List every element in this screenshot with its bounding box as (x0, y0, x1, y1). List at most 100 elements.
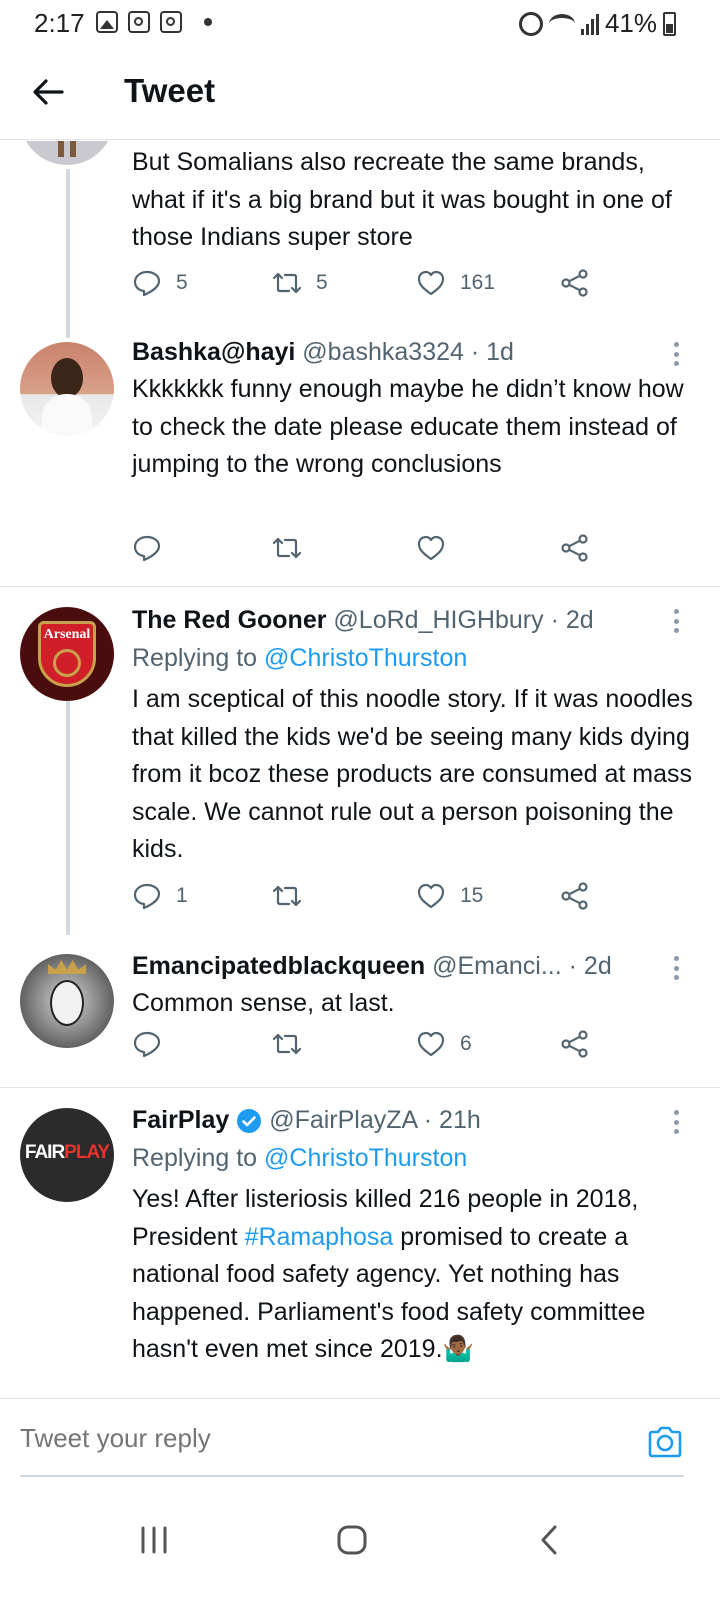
system-navigation-bar (0, 1480, 720, 1600)
avatar-label: Arsenal (43, 627, 91, 642)
tweet-actions: 5 5 161 (132, 268, 602, 308)
like-icon (417, 1031, 445, 1057)
status-time: 2:17 (34, 8, 85, 38)
author-name[interactable]: The Red Gooner (132, 606, 326, 634)
share-button[interactable] (560, 1029, 590, 1059)
reply-button[interactable]: 5 (132, 268, 188, 298)
share-icon (561, 882, 588, 910)
author-name[interactable]: Emancipatedblackqueen (132, 952, 425, 980)
retweet-icon (272, 1033, 302, 1055)
system-icons: 41% (518, 8, 676, 39)
author-handle[interactable]: @LoRd_HIGHbury (333, 606, 543, 634)
reply-input[interactable] (20, 1423, 620, 1454)
share-button[interactable] (560, 533, 590, 563)
notification-icons (96, 11, 212, 33)
home-icon (337, 1525, 367, 1555)
more-options-button[interactable] (674, 342, 680, 366)
avatar[interactable]: FAIRPLAY (20, 1108, 114, 1202)
tweet[interactable]: FAIRPLAY FairPlay @FairPlayZA · 21h Repl… (0, 1087, 720, 1398)
mention-link[interactable]: @ChristoThurston (264, 1144, 467, 1172)
replying-prefix: Replying to (132, 1144, 258, 1172)
tweet[interactable]: Bashka@hayi @bashka3324 · 1d Kkkkkkk fun… (0, 338, 720, 586)
more-options-button[interactable] (674, 956, 680, 980)
more-options-button[interactable] (674, 609, 680, 633)
tweet-actions: 1 15 (132, 881, 602, 921)
status-bar: 2:17 41% (0, 0, 720, 46)
like-button[interactable]: 15 (416, 881, 483, 911)
reply-button[interactable] (132, 533, 176, 563)
like-button[interactable] (416, 533, 460, 563)
share-icon (561, 1030, 588, 1058)
like-icon (417, 270, 445, 296)
author-handle[interactable]: @FairPlayZA (269, 1106, 417, 1134)
author-handle[interactable]: @Emanci... (432, 952, 562, 980)
tweet-text: Kkkkkkk funny enough maybe he didn’t kno… (132, 375, 684, 478)
retweet-button[interactable] (272, 1029, 316, 1059)
thread-line (66, 169, 70, 338)
tweet[interactable]: Arsenal The Red Gooner @LoRd_HIGHbury · … (0, 586, 720, 935)
avatar[interactable] (20, 342, 114, 436)
recents-icon (141, 1526, 167, 1554)
more-icon (674, 1110, 679, 1115)
signal-icon (580, 13, 599, 35)
like-count: 161 (460, 271, 496, 294)
wifi-icon (548, 13, 575, 34)
more-notifications-icon (204, 18, 212, 26)
like-icon (417, 883, 445, 909)
reply-button[interactable] (132, 1029, 176, 1059)
avatar[interactable] (20, 954, 114, 1048)
reply-count: 5 (176, 271, 188, 294)
verified-icon (237, 1109, 262, 1134)
tweet-time: · 1d (470, 338, 514, 366)
retweet-button[interactable] (272, 533, 316, 563)
instagram-icon (128, 11, 150, 33)
replying-to: Replying to @ChristoThurston (132, 639, 700, 677)
back-button[interactable] (28, 72, 68, 112)
system-back-button[interactable] (520, 1510, 580, 1570)
reply-icon (133, 270, 161, 297)
alarm-icon (518, 11, 543, 36)
more-icon (674, 956, 679, 961)
like-count: 15 (460, 884, 484, 907)
reply-icon (133, 883, 161, 910)
instagram-icon (160, 11, 182, 33)
avatar[interactable] (20, 141, 114, 165)
share-button[interactable] (560, 268, 590, 298)
share-icon (561, 534, 588, 562)
tweet[interactable]: But Somalians also recreate the same bra… (0, 141, 720, 338)
tweet-actions (132, 533, 602, 573)
more-options-button[interactable] (674, 1110, 680, 1134)
more-icon (674, 609, 679, 614)
battery-percent: 41% (604, 8, 657, 38)
input-underline (20, 1475, 684, 1477)
retweet-button[interactable]: 5 (272, 268, 328, 298)
avatar[interactable]: Arsenal (20, 607, 114, 701)
mention-link[interactable]: @ChristoThurston (264, 644, 467, 672)
share-button[interactable] (560, 881, 590, 911)
like-button[interactable]: 6 (416, 1029, 472, 1059)
recents-button[interactable] (124, 1510, 184, 1570)
author-handle[interactable]: @bashka3324 (302, 338, 464, 366)
tweet-text: I am sceptical of this noodle story. If … (132, 685, 693, 863)
author-name[interactable]: Bashka@hayi (132, 338, 295, 366)
tweet[interactable]: Emancipatedblackqueen @Emanci... · 2d Co… (0, 934, 720, 1087)
more-icon (674, 342, 679, 347)
hashtag-link[interactable]: #Ramaphosa (245, 1223, 394, 1251)
retweet-button[interactable] (272, 881, 316, 911)
back-arrow-icon (33, 79, 64, 105)
like-button[interactable]: 161 (416, 268, 495, 298)
reply-feed[interactable]: But Somalians also recreate the same bra… (0, 141, 720, 1398)
reply-button[interactable]: 1 (132, 881, 188, 911)
author-name[interactable]: FairPlay (132, 1106, 229, 1134)
replying-prefix: Replying to (132, 644, 258, 672)
share-icon (561, 269, 588, 297)
reply-composer (0, 1398, 720, 1478)
tweet-time: · 21h (423, 1106, 481, 1134)
like-count: 6 (460, 1032, 472, 1055)
retweet-icon (272, 537, 302, 559)
home-button[interactable] (322, 1510, 382, 1570)
reply-icon (133, 1031, 161, 1058)
camera-button[interactable] (646, 1423, 684, 1461)
tweet-text: Yes! After listeriosis killed 216 people… (132, 1181, 700, 1369)
avatar-label: FAIR (24, 1142, 65, 1163)
